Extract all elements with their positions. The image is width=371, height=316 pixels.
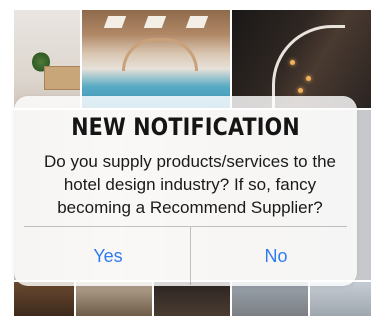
pendant-lamp <box>298 88 303 93</box>
photo-exterior-dark <box>232 282 308 316</box>
notification-title: NEW NOTIFICATION <box>71 113 300 141</box>
pool-arch <box>122 38 198 71</box>
photo-bookshelf <box>14 282 74 316</box>
ceiling-light <box>143 16 167 28</box>
photo-interior-cabinet <box>14 10 80 108</box>
cabinet-decoration <box>44 66 80 90</box>
ceiling-light <box>185 16 209 28</box>
pendant-lamp <box>290 60 295 65</box>
yes-button[interactable]: Yes <box>28 227 188 285</box>
photo-lobby <box>76 282 152 316</box>
photo-hotel-pool <box>82 10 230 108</box>
pendant-lamp <box>306 76 311 81</box>
photo-exterior-facade <box>310 282 371 316</box>
no-button[interactable]: No <box>196 227 356 285</box>
ceiling-light <box>103 16 127 28</box>
button-separator <box>190 227 191 285</box>
notification-message: Do you supply products/services to the h… <box>44 152 336 217</box>
photo-restaurant <box>154 282 230 316</box>
photo-spiral-staircase <box>232 10 371 108</box>
